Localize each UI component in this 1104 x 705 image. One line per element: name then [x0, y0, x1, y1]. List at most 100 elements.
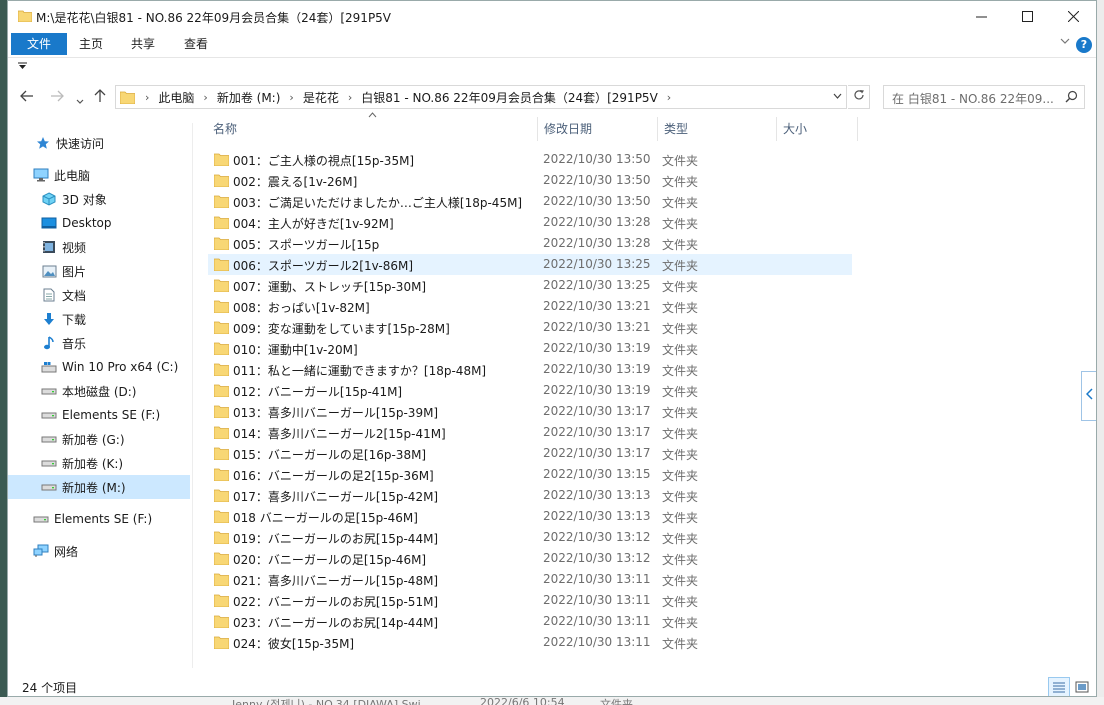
- file-name[interactable]: 024：彼女[15p-35M]: [233, 635, 354, 652]
- file-name[interactable]: 009：変な運動をしています[15p-28M]: [233, 320, 450, 337]
- tab-share[interactable]: 共享: [131, 33, 155, 55]
- sidebar-item-quick-access[interactable]: 快速访问: [8, 131, 190, 155]
- sidebar-item-pictures[interactable]: 图片: [8, 259, 190, 283]
- address-bar[interactable]: › 此电脑 › 新加卷 (M:) › 是花花 › 白银81 - NO.86 22…: [115, 85, 847, 109]
- sidebar-item-videos[interactable]: 视频: [8, 235, 190, 259]
- table-row[interactable]: 013：喜多川バニーガール[15p-39M] 2022/10/30 13:17 文件…: [208, 401, 852, 422]
- column-divider[interactable]: [857, 117, 858, 141]
- breadcrumb-this-pc[interactable]: 此电脑: [158, 89, 194, 106]
- sidebar-item-network[interactable]: 网络: [8, 539, 190, 563]
- file-name[interactable]: 008：おっぱい[1v-82M]: [233, 299, 370, 316]
- file-name[interactable]: 001：ご主人様の視点[15p-35M]: [233, 152, 414, 169]
- breadcrumb-folder-1[interactable]: 是花花: [303, 89, 339, 106]
- file-name[interactable]: 007：運動、ストレッチ[15p-30M]: [233, 278, 426, 295]
- tab-file[interactable]: 文件: [11, 33, 67, 55]
- table-row[interactable]: 005：スポーツガール[15p 2022/10/30 13:28 文件夹: [208, 233, 852, 254]
- breadcrumb-separator-icon[interactable]: ›: [667, 91, 671, 104]
- table-row[interactable]: 016：バニーガールの足2[15p-36M] 2022/10/30 13:15 文件…: [208, 464, 852, 485]
- preview-pane-toggle[interactable]: [1081, 371, 1096, 421]
- file-name[interactable]: 013：喜多川バニーガール[15p-39M]: [233, 404, 438, 421]
- sidebar-item-downloads[interactable]: 下载: [8, 307, 190, 331]
- pane-divider[interactable]: [192, 123, 193, 668]
- sidebar-item-drive-k[interactable]: 新加卷 (K:): [8, 451, 190, 475]
- table-row[interactable]: 017：喜多川バニーガール[15p-42M] 2022/10/30 13:13 文件…: [208, 485, 852, 506]
- file-name[interactable]: 014：喜多川バニーガール2[15p-41M]: [233, 425, 446, 442]
- file-name[interactable]: 011：私と一緒に運動できますか？[18p-48M]: [233, 362, 486, 379]
- table-row[interactable]: 006：スポーツガール2[1v-86M] 2022/10/30 13:25 文件夹: [208, 254, 852, 275]
- file-name[interactable]: 019：バニーガールのお尻[15p-44M]: [233, 530, 438, 547]
- table-row[interactable]: 019：バニーガールのお尻[15p-44M] 2022/10/30 13:12 文件…: [208, 527, 852, 548]
- close-button[interactable]: [1050, 1, 1096, 31]
- breadcrumb-separator-icon[interactable]: ›: [145, 91, 149, 104]
- breadcrumb-separator-icon[interactable]: ›: [203, 91, 207, 104]
- table-row[interactable]: 021：喜多川バニーガール[15p-48M] 2022/10/30 13:11 文件…: [208, 569, 852, 590]
- table-row[interactable]: 014：喜多川バニーガール2[15p-41M] 2022/10/30 13:17 文…: [208, 422, 852, 443]
- file-name[interactable]: 005：スポーツガール[15p: [233, 236, 379, 253]
- quick-access-dropdown-icon[interactable]: [18, 62, 27, 73]
- recent-locations-icon[interactable]: [76, 91, 84, 109]
- breadcrumb-current-folder[interactable]: 白银81 - NO.86 22年09月会员合集（24套）[291P5V: [361, 89, 658, 106]
- table-row[interactable]: 018 バニーガールの足[15p-46M] 2022/10/30 13:13 文件夹: [208, 506, 852, 527]
- tab-home[interactable]: 主页: [79, 33, 103, 55]
- table-row[interactable]: 008：おっぱい[1v-82M] 2022/10/30 13:21 文件夹: [208, 296, 852, 317]
- table-row[interactable]: 009：変な運動をしています[15p-28M] 2022/10/30 13:21 文…: [208, 317, 852, 338]
- sidebar-item-drive-g[interactable]: 新加卷 (G:): [8, 427, 190, 451]
- search-icon[interactable]: [1065, 90, 1078, 106]
- sidebar-item-this-pc[interactable]: 此电脑: [8, 163, 190, 187]
- column-header-date[interactable]: 修改日期: [538, 115, 657, 143]
- details-view-button[interactable]: [1048, 677, 1070, 696]
- file-name[interactable]: 003：ご満足いただけましたか…ご主人様[18p-45M]: [233, 194, 522, 211]
- table-row[interactable]: 024：彼女[15p-35M] 2022/10/30 13:11 文件夹: [208, 632, 852, 653]
- table-row[interactable]: 004：主人が好きだ[1v-92M] 2022/10/30 13:28 文件夹: [208, 212, 852, 233]
- refresh-button[interactable]: [848, 85, 870, 109]
- sidebar-item-drive-d[interactable]: 本地磁盘 (D:): [8, 379, 190, 403]
- sidebar-item-drive-f[interactable]: Elements SE (F:): [8, 403, 190, 427]
- breadcrumb-separator-icon[interactable]: ›: [289, 91, 293, 104]
- table-row[interactable]: 022：バニーガールのお尻[15p-51M] 2022/10/30 13:11 文件…: [208, 590, 852, 611]
- table-row[interactable]: 001：ご主人様の視点[15p-35M] 2022/10/30 13:50 文件夹: [208, 149, 852, 170]
- sidebar-item-3d-objects[interactable]: 3D 对象: [8, 187, 190, 211]
- table-row[interactable]: 020：バニーガールの足[15p-46M] 2022/10/30 13:12 文件夹: [208, 548, 852, 569]
- table-row[interactable]: 011：私と一緒に運動できますか？[18p-48M] 2022/10/30 13:…: [208, 359, 852, 380]
- title-bar[interactable]: M:\是花花\白银81 - NO.86 22年09月会员合集（24套）[291P…: [8, 1, 1096, 31]
- file-name[interactable]: 010：運動中[1v-20M]: [233, 341, 358, 358]
- back-button[interactable]: [20, 88, 34, 106]
- sidebar-item-documents[interactable]: 文档: [8, 283, 190, 307]
- file-name[interactable]: 002：震える[1v-26M]: [233, 173, 357, 190]
- breadcrumb-drive-m[interactable]: 新加卷 (M:): [217, 89, 281, 106]
- sidebar-item-drive-m[interactable]: 新加卷 (M:): [8, 475, 190, 499]
- table-row[interactable]: 007：運動、ストレッチ[15p-30M] 2022/10/30 13:25 文件夹: [208, 275, 852, 296]
- address-dropdown-icon[interactable]: [828, 86, 846, 108]
- sidebar-item-music[interactable]: 音乐: [8, 331, 190, 355]
- file-name[interactable]: 016：バニーガールの足2[15p-36M]: [233, 467, 434, 484]
- file-name[interactable]: 020：バニーガールの足[15p-46M]: [233, 551, 426, 568]
- help-button[interactable]: ?: [1076, 37, 1092, 53]
- large-icons-view-button[interactable]: [1071, 677, 1093, 696]
- sidebar-item-elements-se[interactable]: Elements SE (F:): [8, 507, 190, 531]
- up-button[interactable]: [94, 88, 106, 106]
- table-row[interactable]: 012：バニーガール[15p-41M] 2022/10/30 13:19 文件夹: [208, 380, 852, 401]
- tab-view[interactable]: 查看: [184, 33, 208, 55]
- file-name[interactable]: 017：喜多川バニーガール[15p-42M]: [233, 488, 438, 505]
- file-name[interactable]: 012：バニーガール[15p-41M]: [233, 383, 402, 400]
- file-name[interactable]: 018 バニーガールの足[15p-46M]: [233, 509, 418, 526]
- maximize-button[interactable]: [1004, 1, 1050, 31]
- table-row[interactable]: 015：バニーガールの足[16p-38M] 2022/10/30 13:17 文件夹: [208, 443, 852, 464]
- column-header-type[interactable]: 类型: [658, 115, 776, 143]
- column-header-name[interactable]: 名称: [207, 115, 537, 143]
- file-name[interactable]: 006：スポーツガール2[1v-86M]: [233, 257, 413, 274]
- search-input[interactable]: 在 白银81 - NO.86 22年09...: [892, 90, 1062, 107]
- file-name[interactable]: 015：バニーガールの足[16p-38M]: [233, 446, 426, 463]
- file-name[interactable]: 023：バニーガールのお尻[14p-44M]: [233, 614, 438, 631]
- table-row[interactable]: 002：震える[1v-26M] 2022/10/30 13:50 文件夹: [208, 170, 852, 191]
- table-row[interactable]: 023：バニーガールのお尻[14p-44M] 2022/10/30 13:11 文件…: [208, 611, 852, 632]
- file-name[interactable]: 021：喜多川バニーガール[15p-48M]: [233, 572, 438, 589]
- ribbon-expand-icon[interactable]: [1060, 37, 1070, 48]
- sidebar-item-drive-c[interactable]: Win 10 Pro x64 (C:): [8, 355, 190, 379]
- file-name[interactable]: 004：主人が好きだ[1v-92M]: [233, 215, 394, 232]
- forward-button[interactable]: [50, 88, 64, 106]
- column-header-size[interactable]: 大小: [777, 115, 857, 143]
- minimize-button[interactable]: [958, 1, 1004, 31]
- search-box[interactable]: 在 白银81 - NO.86 22年09...: [883, 85, 1085, 109]
- table-row[interactable]: 010：運動中[1v-20M] 2022/10/30 13:19 文件夹: [208, 338, 852, 359]
